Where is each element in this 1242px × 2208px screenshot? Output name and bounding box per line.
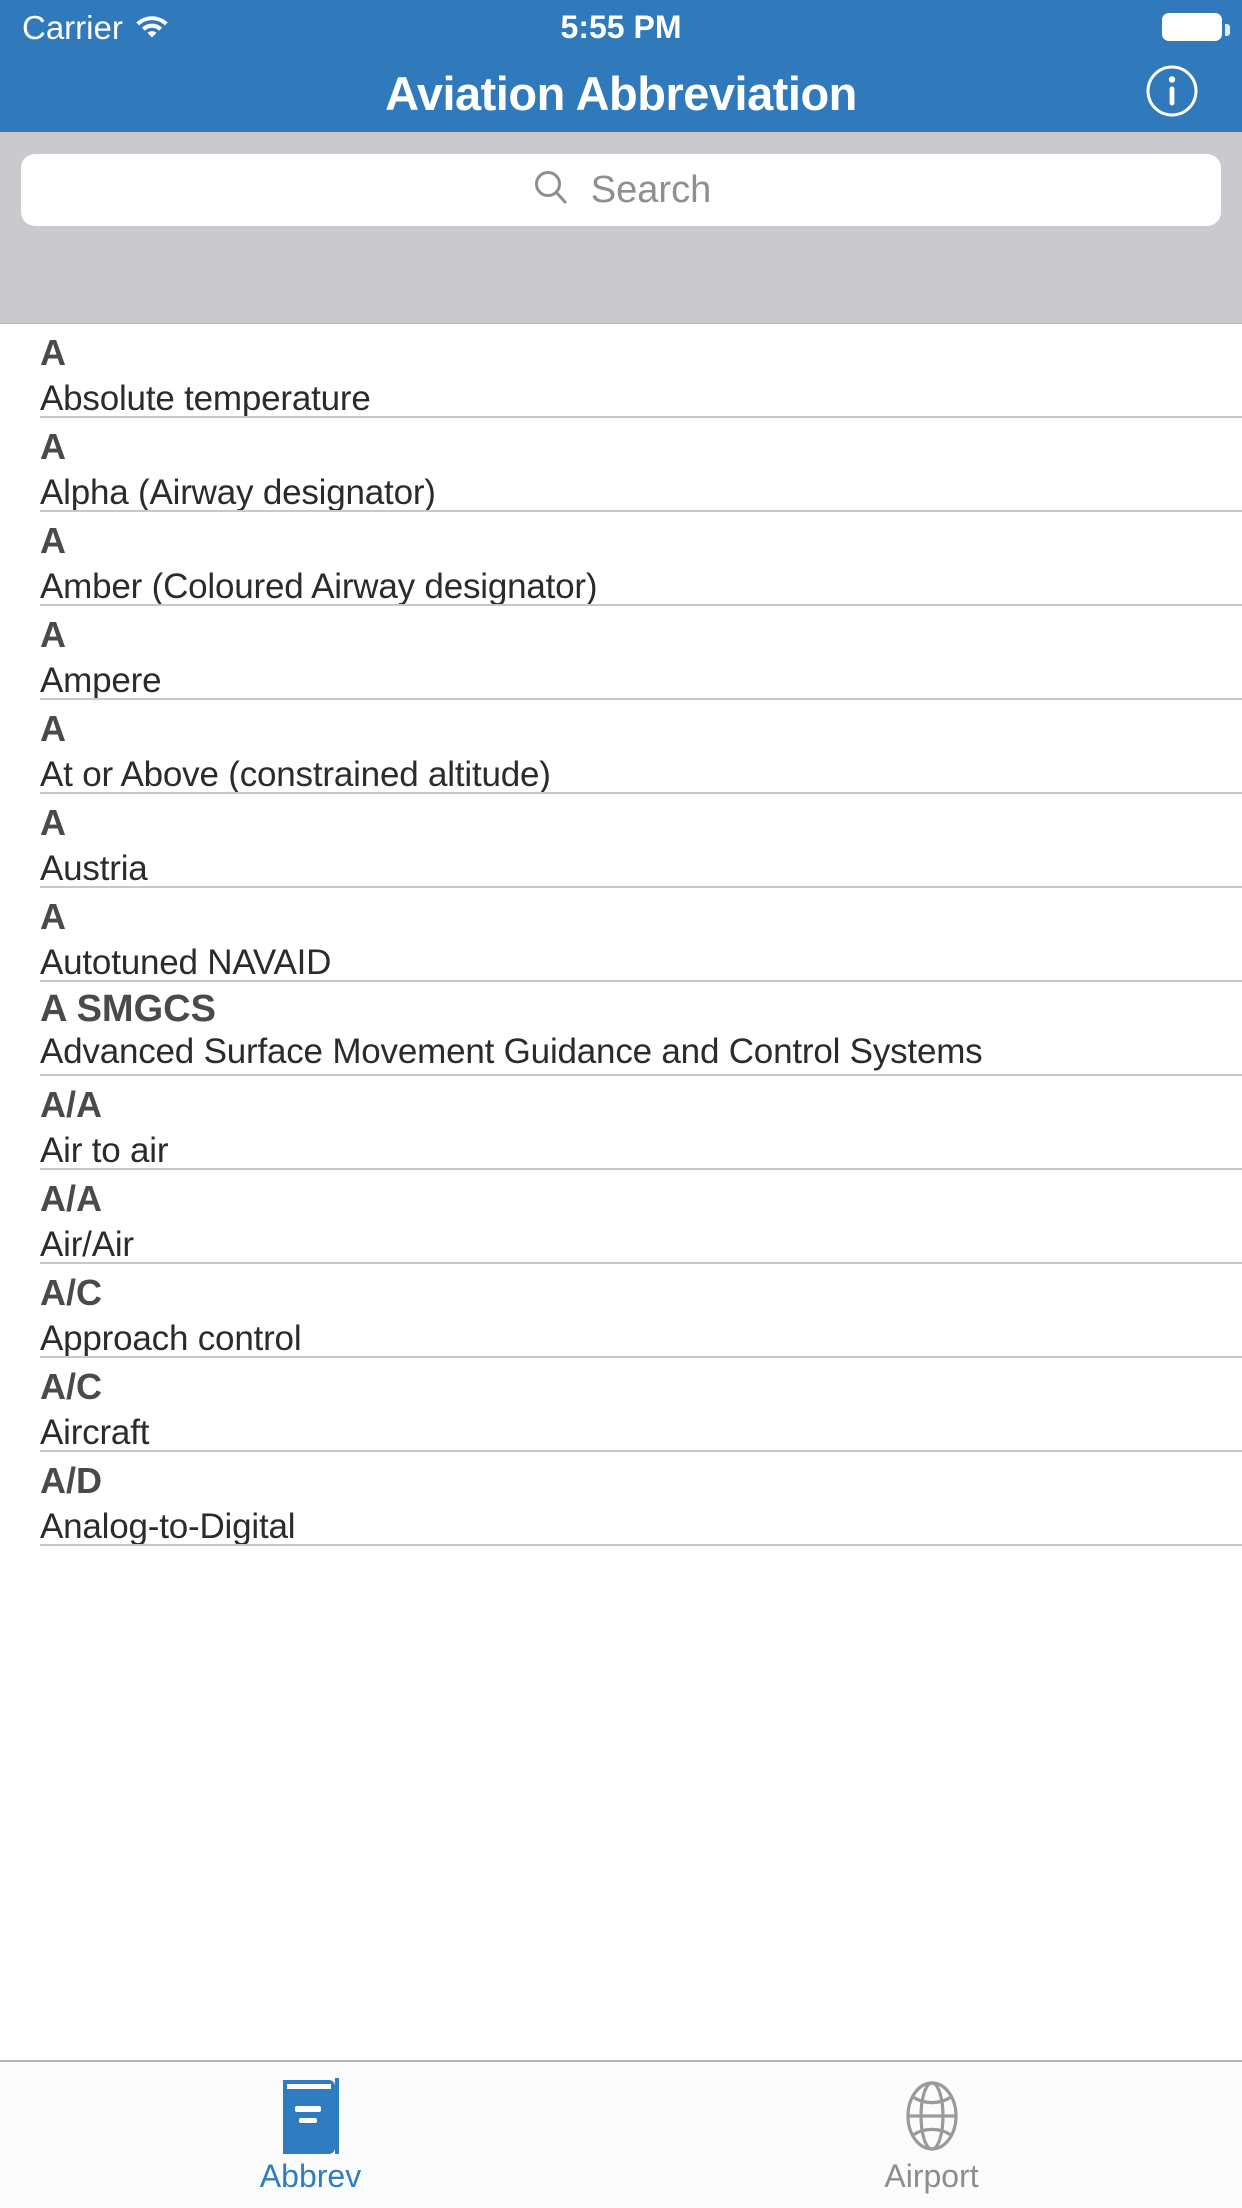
search-input[interactable]: Search <box>21 154 1221 226</box>
abbreviation-definition: Air to air <box>40 1131 169 1170</box>
abbreviation-definition: Air/Air <box>40 1225 134 1264</box>
info-button[interactable] <box>1144 65 1200 121</box>
abbreviation-definition: Austria <box>40 849 148 888</box>
globe-icon <box>894 2074 970 2158</box>
abbreviation-term: A/C <box>40 1272 102 1313</box>
abbreviation-term: A/A <box>40 1084 102 1125</box>
abbreviation-term: A <box>40 520 66 561</box>
abbreviation-term: A/A <box>40 1178 102 1219</box>
abbreviation-term: A SMGCS <box>40 988 216 1030</box>
tab-label-abbrev: Abbrev <box>259 2158 362 2194</box>
book-icon <box>273 2074 349 2158</box>
navigation-bar: Aviation Abbreviation <box>0 54 1242 132</box>
abbreviation-definition: Approach control <box>40 1319 302 1358</box>
info-circle-icon <box>1145 64 1199 123</box>
abbreviation-definition: Autotuned NAVAID <box>40 943 332 982</box>
list-item[interactable]: A SMGCS Advanced Surface Movement Guidanc… <box>0 982 1242 1076</box>
battery-icon <box>1162 13 1230 41</box>
tab-airport[interactable]: Airport <box>621 2062 1242 2208</box>
abbreviation-definition: At or Above (constrained altitude) <box>40 755 551 794</box>
list-item[interactable]: A Ampere <box>0 606 1242 700</box>
list-item[interactable]: A/A Air/Air <box>0 1170 1242 1264</box>
tab-bar: Abbrev Airport <box>0 2060 1242 2208</box>
list-item[interactable]: A/A Air to air <box>0 1076 1242 1170</box>
search-icon <box>531 168 571 213</box>
page-title: Aviation Abbreviation <box>385 66 857 120</box>
search-bar-container: Search <box>0 132 1242 324</box>
status-bar: Carrier 5:55 PM <box>0 0 1242 54</box>
abbreviation-definition: Alpha (Airway designator) <box>40 473 436 512</box>
abbreviation-term: A <box>40 708 66 749</box>
list-item[interactable]: A/C Aircraft <box>0 1358 1242 1452</box>
abbreviation-definition: Analog-to-Digital <box>40 1507 296 1546</box>
abbreviation-term: A <box>40 426 66 467</box>
list-item[interactable]: A Alpha (Airway designator) <box>0 418 1242 512</box>
list-item[interactable]: A Austria <box>0 794 1242 888</box>
list-item[interactable]: A At or Above (constrained altitude) <box>0 700 1242 794</box>
search-placeholder: Search <box>590 169 712 211</box>
abbreviation-definition: Aircraft <box>40 1413 150 1452</box>
list-item[interactable]: A/D Analog-to-Digital <box>0 1452 1242 1546</box>
abbreviation-list[interactable]: A Absolute temperature A Alpha (Airway desi… <box>0 324 1242 2060</box>
abbreviation-term: A <box>40 614 66 655</box>
abbreviation-definition: Advanced Surface Movement Guidance and C… <box>40 1032 983 1071</box>
abbreviation-term: A <box>40 896 66 937</box>
status-bar-time: 5:55 PM <box>560 8 682 45</box>
abbreviation-term: A/D <box>40 1460 102 1501</box>
app-root: Carrier 5:55 PM Aviation Abbreviation Se… <box>0 0 1242 2208</box>
tab-abbrev[interactable]: Abbrev <box>0 2062 621 2208</box>
abbreviation-term: A <box>40 332 66 373</box>
list-item[interactable]: A Absolute temperature <box>0 324 1242 418</box>
list-item[interactable]: A Autotuned NAVAID <box>0 888 1242 982</box>
list-item[interactable]: A Amber (Coloured Airway designator) <box>0 512 1242 606</box>
tab-label-airport: Airport <box>884 2158 979 2194</box>
list-item[interactable]: A/C Approach control <box>0 1264 1242 1358</box>
abbreviation-term: A/C <box>40 1366 102 1407</box>
abbreviation-definition: Absolute temperature <box>40 379 371 418</box>
abbreviation-definition: Ampere <box>40 661 162 700</box>
abbreviation-definition: Amber (Coloured Airway designator) <box>40 567 598 606</box>
abbreviation-term: A <box>40 802 66 843</box>
